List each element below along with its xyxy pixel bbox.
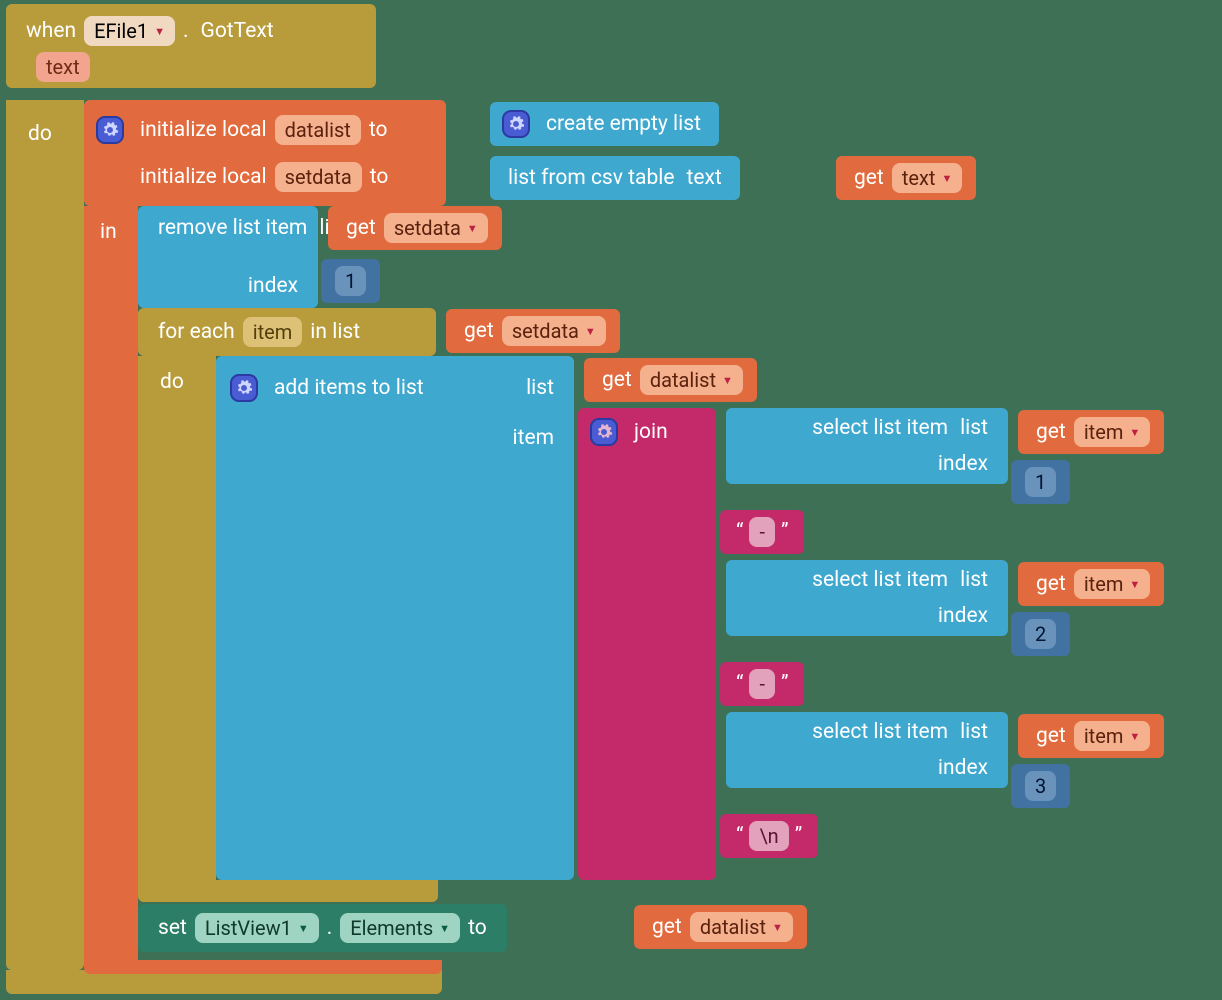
chevron-down-icon: ▼ <box>722 374 733 387</box>
event-block-when-gottext[interactable]: when EFile1 ▼ . GotText text <box>6 4 376 88</box>
list-arg-label: list <box>526 376 554 400</box>
component-dropdown[interactable]: EFile1 ▼ <box>84 16 175 46</box>
item-arg-label: item <box>512 426 554 450</box>
gear-icon[interactable] <box>230 374 258 402</box>
number-value[interactable]: 2 <box>1025 619 1056 649</box>
number-value[interactable]: 1 <box>335 266 366 296</box>
list-from-csv-block[interactable]: list from csv table text <box>490 156 740 200</box>
chevron-down-icon: ▼ <box>585 325 596 338</box>
var-dropdown-setdata[interactable]: setdata ▼ <box>384 213 488 243</box>
get-datalist-block[interactable]: get datalist ▼ <box>584 358 757 402</box>
var-dropdown-datalist[interactable]: datalist ▼ <box>690 912 793 942</box>
do-label: do <box>28 122 52 146</box>
add-items-to-list-block[interactable]: add items to list list item <box>216 356 574 880</box>
chevron-down-icon: ▼ <box>772 921 783 934</box>
number-value[interactable]: 3 <box>1025 771 1056 801</box>
gear-icon[interactable] <box>96 116 124 144</box>
when-label: when <box>26 19 76 43</box>
to-label: to <box>369 118 388 142</box>
get-text-block[interactable]: get text ▼ <box>836 156 976 200</box>
get-item-block[interactable]: get item ▼ <box>1018 562 1164 606</box>
method-name: GotText <box>201 19 274 43</box>
gear-icon[interactable] <box>590 418 618 446</box>
to-label: to <box>468 916 487 940</box>
remove-list-item-block[interactable]: remove list item list index <box>138 206 318 308</box>
event-param-text[interactable]: text <box>36 52 90 82</box>
get-setdata-block-2[interactable]: get setdata ▼ <box>446 309 620 353</box>
get-label: get <box>854 166 884 190</box>
remove-index-label: index <box>248 274 298 298</box>
chevron-down-icon: ▼ <box>154 25 165 38</box>
var-dropdown-setdata[interactable]: setdata ▼ <box>502 316 606 346</box>
property-dropdown-elements[interactable]: Elements ▼ <box>340 913 460 943</box>
get-item-block[interactable]: get item ▼ <box>1018 714 1164 758</box>
chevron-down-icon: ▼ <box>439 922 450 935</box>
number-block[interactable]: 2 <box>1011 612 1070 656</box>
set-label: set <box>158 916 187 940</box>
create-empty-list-block[interactable]: create empty list <box>490 102 719 146</box>
var-item[interactable]: item <box>243 317 303 347</box>
init-local-footer <box>84 960 442 974</box>
string-value[interactable]: \n <box>749 821 788 851</box>
init-local-label-2: initialize local <box>140 165 267 189</box>
var-dropdown-text[interactable]: text ▼ <box>892 163 963 193</box>
foreach-footer <box>138 880 438 902</box>
init-local-label-1: initialize local <box>140 118 267 142</box>
var-datalist[interactable]: datalist <box>275 115 361 145</box>
string-block[interactable]: “ - ” <box>720 662 804 706</box>
select-list-item-block[interactable]: select list itemlist index <box>726 560 1008 636</box>
foreach-do-strip: do <box>138 356 216 902</box>
chevron-down-icon: ▼ <box>941 172 952 185</box>
get-item-block[interactable]: get item ▼ <box>1018 410 1164 454</box>
for-each-block[interactable]: for each item in list <box>138 308 436 356</box>
get-datalist-block-2[interactable]: get datalist ▼ <box>634 905 807 949</box>
csv-label: list from csv table <box>508 166 674 190</box>
in-label: in <box>100 220 117 244</box>
dot: . <box>327 916 333 940</box>
select-list-item-block[interactable]: select list itemlist index <box>726 712 1008 788</box>
component-dropdown-listview[interactable]: ListView1 ▼ <box>195 913 319 943</box>
component-name: EFile1 <box>94 19 148 43</box>
get-label: get <box>346 216 376 240</box>
remove-label: remove list item <box>158 216 307 240</box>
string-block[interactable]: “ \n ” <box>720 814 818 858</box>
number-block[interactable]: 1 <box>1011 460 1070 504</box>
number-value[interactable]: 1 <box>1025 467 1056 497</box>
number-block-1[interactable]: 1 <box>321 259 380 303</box>
csv-arg: text <box>686 166 721 190</box>
var-dropdown-item[interactable]: item ▼ <box>1074 721 1150 751</box>
event-do-strip: do <box>6 100 84 970</box>
select-list-item-block[interactable]: select list itemlist index <box>726 408 1008 484</box>
foreach-label: for each <box>158 320 235 344</box>
chevron-down-icon: ▼ <box>1129 730 1140 743</box>
get-label: get <box>652 915 682 939</box>
initialize-local-block[interactable]: initialize local datalist to initialize … <box>84 100 446 206</box>
chevron-down-icon: ▼ <box>467 222 478 235</box>
gear-icon[interactable] <box>502 110 530 138</box>
in-list-label: in list <box>310 320 360 344</box>
get-label: get <box>602 368 632 392</box>
do-label: do <box>160 370 184 394</box>
chevron-down-icon: ▼ <box>1129 426 1140 439</box>
string-value[interactable]: - <box>749 669 775 699</box>
join-label: join <box>634 420 668 444</box>
get-label: get <box>464 319 494 343</box>
var-setdata[interactable]: setdata <box>275 162 362 192</box>
set-listview-elements-block[interactable]: set ListView1 ▼ . Elements ▼ to <box>138 904 507 952</box>
create-empty-label: create empty list <box>546 112 701 136</box>
to-label-2: to <box>370 165 389 189</box>
chevron-down-icon: ▼ <box>1129 578 1140 591</box>
join-block[interactable]: join <box>578 408 716 880</box>
chevron-down-icon: ▼ <box>298 922 309 935</box>
var-dropdown-datalist[interactable]: datalist ▼ <box>640 365 743 395</box>
init-local-in-strip: in <box>84 206 138 968</box>
number-block[interactable]: 3 <box>1011 764 1070 808</box>
dot: . <box>183 19 189 43</box>
var-dropdown-item[interactable]: item ▼ <box>1074 569 1150 599</box>
string-block[interactable]: “ - ” <box>720 510 804 554</box>
var-dropdown-item[interactable]: item ▼ <box>1074 417 1150 447</box>
string-value[interactable]: - <box>749 517 775 547</box>
get-setdata-block[interactable]: get setdata ▼ <box>328 206 502 250</box>
add-items-label: add items to list <box>274 376 424 400</box>
